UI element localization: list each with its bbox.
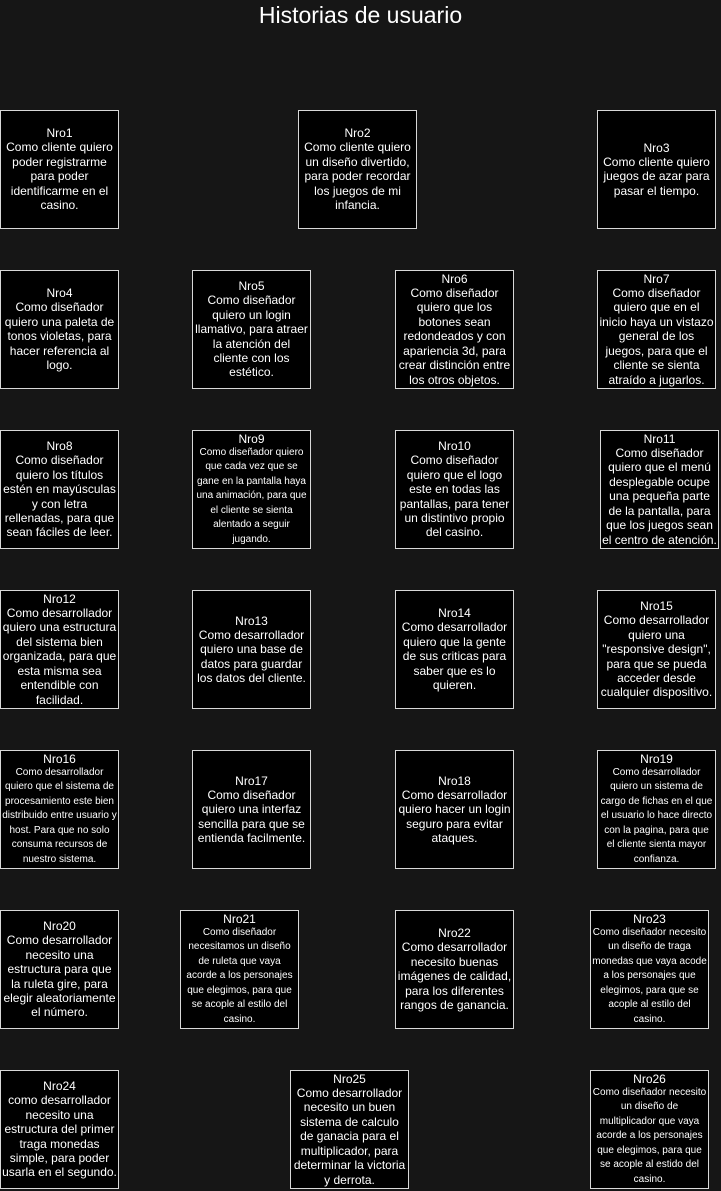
story-card-22: Nro22 Como desarrollador necesito buenas… <box>395 910 514 1029</box>
story-card-21: Nro21 Como diseñador necesitamos un dise… <box>180 910 299 1029</box>
story-card-3: Nro3 Como cliente quiero juegos de azar … <box>597 110 716 229</box>
story-number: Nro23 <box>633 912 666 927</box>
story-card-17: Nro17 Como diseñador quiero una interfaz… <box>192 750 311 869</box>
story-text: Como diseñador quiero que el logo este e… <box>399 453 510 540</box>
story-text: Como diseñador quiero un login llamativo… <box>195 293 308 380</box>
story-text: Como desarrollador quiero una "responsiv… <box>600 613 713 700</box>
story-card-1: Nro1 Como cliente quiero poder registrar… <box>0 110 119 229</box>
story-number: Nro20 <box>43 919 76 934</box>
story-number: Nro13 <box>235 613 268 628</box>
story-text: Como diseñador necesito un diseño de tra… <box>592 927 707 1025</box>
story-number: Nro12 <box>43 592 76 607</box>
story-text: Como desarrollador necesito buenas imáge… <box>397 940 512 1013</box>
story-number: Nro3 <box>643 140 670 155</box>
story-card-10: Nro10 Como diseñador quiero que el logo … <box>395 430 514 549</box>
story-number: Nro16 <box>43 752 76 767</box>
story-text: Como desarrollador quiero que la gente d… <box>401 620 508 693</box>
story-number: Nro1 <box>46 126 73 141</box>
story-text: Como diseñador necesitamos un diseño de … <box>186 927 293 1025</box>
story-number: Nro4 <box>46 286 73 301</box>
story-number: Nro19 <box>640 752 673 767</box>
story-number: Nro25 <box>333 1072 366 1087</box>
story-text: Como diseñador quiero que en el inicio h… <box>599 286 714 387</box>
story-number: Nro11 <box>643 432 676 447</box>
story-number: Nro17 <box>235 773 268 788</box>
story-card-7: Nro7 Como diseñador quiero que en el ini… <box>597 270 716 389</box>
story-text: Como desarrollador quiero hacer un login… <box>398 787 511 845</box>
story-card-2: Nro2 Como cliente quiero un diseño diver… <box>298 110 417 229</box>
story-text: Como desarrollador necesito una estructu… <box>3 933 116 1020</box>
story-text: Como diseñador quiero que los botones se… <box>398 286 511 387</box>
story-card-19: Nro19 Como desarrollador quiero un siste… <box>597 750 716 869</box>
story-text: Como diseñador quiero una paleta de tono… <box>4 300 115 373</box>
story-card-4: Nro4 Como diseñador quiero una paleta de… <box>0 270 119 389</box>
story-number: Nro26 <box>633 1072 666 1087</box>
story-number: Nro8 <box>46 439 73 454</box>
story-card-8: Nro8 Como diseñador quiero los títulos e… <box>0 430 119 549</box>
story-text: Como diseñador necesito un diseño de mul… <box>592 1087 707 1185</box>
story-number: Nro15 <box>640 599 673 614</box>
story-text: Como cliente quiero poder registrarme pa… <box>6 140 113 213</box>
story-text: Como desarrollador necesito un buen sist… <box>293 1086 406 1187</box>
story-card-15: Nro15 Como desarrollador quiero una "res… <box>597 590 716 709</box>
story-number: Nro5 <box>238 279 265 294</box>
story-number: Nro7 <box>643 272 670 287</box>
story-card-14: Nro14 Como desarrollador quiero que la g… <box>395 590 514 709</box>
story-card-26: Nro26 Como diseñador necesito un diseño … <box>590 1070 709 1189</box>
story-card-20: Nro20 Como desarrollador necesito una es… <box>0 910 119 1029</box>
story-card-11: Nro11 Como diseñador quiero que el menú … <box>600 430 719 549</box>
story-card-16: Nro16 Como desarrollador quiero que el s… <box>0 750 119 869</box>
story-card-24: Nro24 como desarrollador necesito una es… <box>0 1070 119 1189</box>
story-text: Como cliente quiero juegos de azar para … <box>603 154 710 198</box>
story-card-12: Nro12 Como desarrollador quiero una estr… <box>0 590 119 709</box>
story-text: Como desarrollador quiero que el sistema… <box>2 767 117 865</box>
story-card-6: Nro6 Como diseñador quiero que los boton… <box>395 270 514 389</box>
story-text: Como desarrollador quiero una estructura… <box>2 606 117 707</box>
story-number: Nro6 <box>441 272 468 287</box>
story-number: Nro21 <box>223 912 256 927</box>
story-card-25: Nro25 Como desarrollador necesito un bue… <box>290 1070 409 1189</box>
story-text: Como diseñador quiero que cada vez que s… <box>196 447 307 545</box>
story-number: Nro2 <box>344 126 371 141</box>
story-number: Nro24 <box>43 1079 76 1094</box>
diagram-title: Historias de usuario <box>258 2 463 28</box>
story-text: Como diseñador quiero los títulos estén … <box>3 453 116 540</box>
story-card-18: Nro18 Como desarrollador quiero hacer un… <box>395 750 514 869</box>
story-card-13: Nro13 Como desarrollador quiero una base… <box>192 590 311 709</box>
story-card-9: Nro9 Como diseñador quiero que cada vez … <box>192 430 311 549</box>
story-text: Como desarrollador quiero un sistema de … <box>600 767 713 865</box>
story-text: Como desarrollador quiero una base de da… <box>197 627 306 685</box>
story-text: Como diseñador quiero una interfaz senci… <box>197 787 306 845</box>
story-card-23: Nro23 Como diseñador necesito un diseño … <box>590 910 709 1029</box>
story-number: Nro14 <box>438 606 471 621</box>
story-text: como desarrollador necesito una estructu… <box>2 1093 117 1180</box>
story-text: Como diseñador quiero que el menú desple… <box>602 446 717 547</box>
story-card-5: Nro5 Como diseñador quiero un login llam… <box>192 270 311 389</box>
story-number: Nro10 <box>438 439 471 454</box>
story-number: Nro18 <box>438 773 471 788</box>
story-number: Nro9 <box>238 432 265 447</box>
story-number: Nro22 <box>438 926 471 941</box>
story-text: Como cliente quiero un diseño divertido,… <box>304 140 411 213</box>
